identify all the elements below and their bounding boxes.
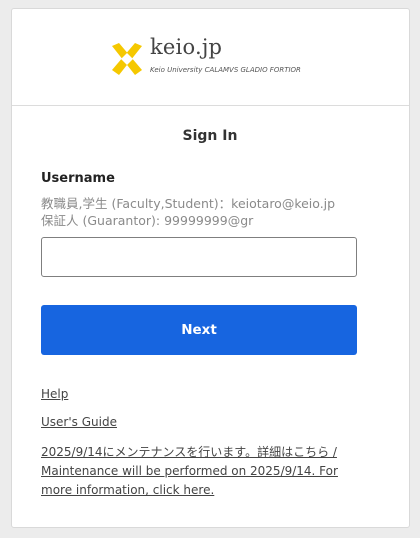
header: keio.jp Keio University CALAMVS GLADIO F…	[12, 9, 409, 106]
hint-line-2: 保証人 (Guarantor): 99999999@gr	[41, 213, 254, 228]
username-label: Username	[41, 171, 115, 186]
maintenance-notice-link[interactable]: 2025/9/14にメンテナンスを行います。詳細はこちら / Maintenan…	[41, 443, 351, 500]
hint-line-1: 教職員,学生 (Faculty,Student)：keiotaro@keio.j…	[41, 196, 336, 211]
keio-logo-icon	[112, 43, 142, 75]
page-title: Sign In	[182, 128, 238, 144]
next-button[interactable]: Next	[41, 305, 357, 355]
logo-tagline: Keio University CALAMVS GLADIO FORTIOR	[150, 66, 301, 74]
logo-text: keio.jp	[150, 35, 223, 59]
username-hint: 教職員,学生 (Faculty,Student)：keiotaro@keio.j…	[41, 195, 381, 229]
users-guide-link[interactable]: User's Guide	[41, 415, 117, 429]
username-input[interactable]	[41, 237, 357, 277]
help-link[interactable]: Help	[41, 387, 68, 401]
